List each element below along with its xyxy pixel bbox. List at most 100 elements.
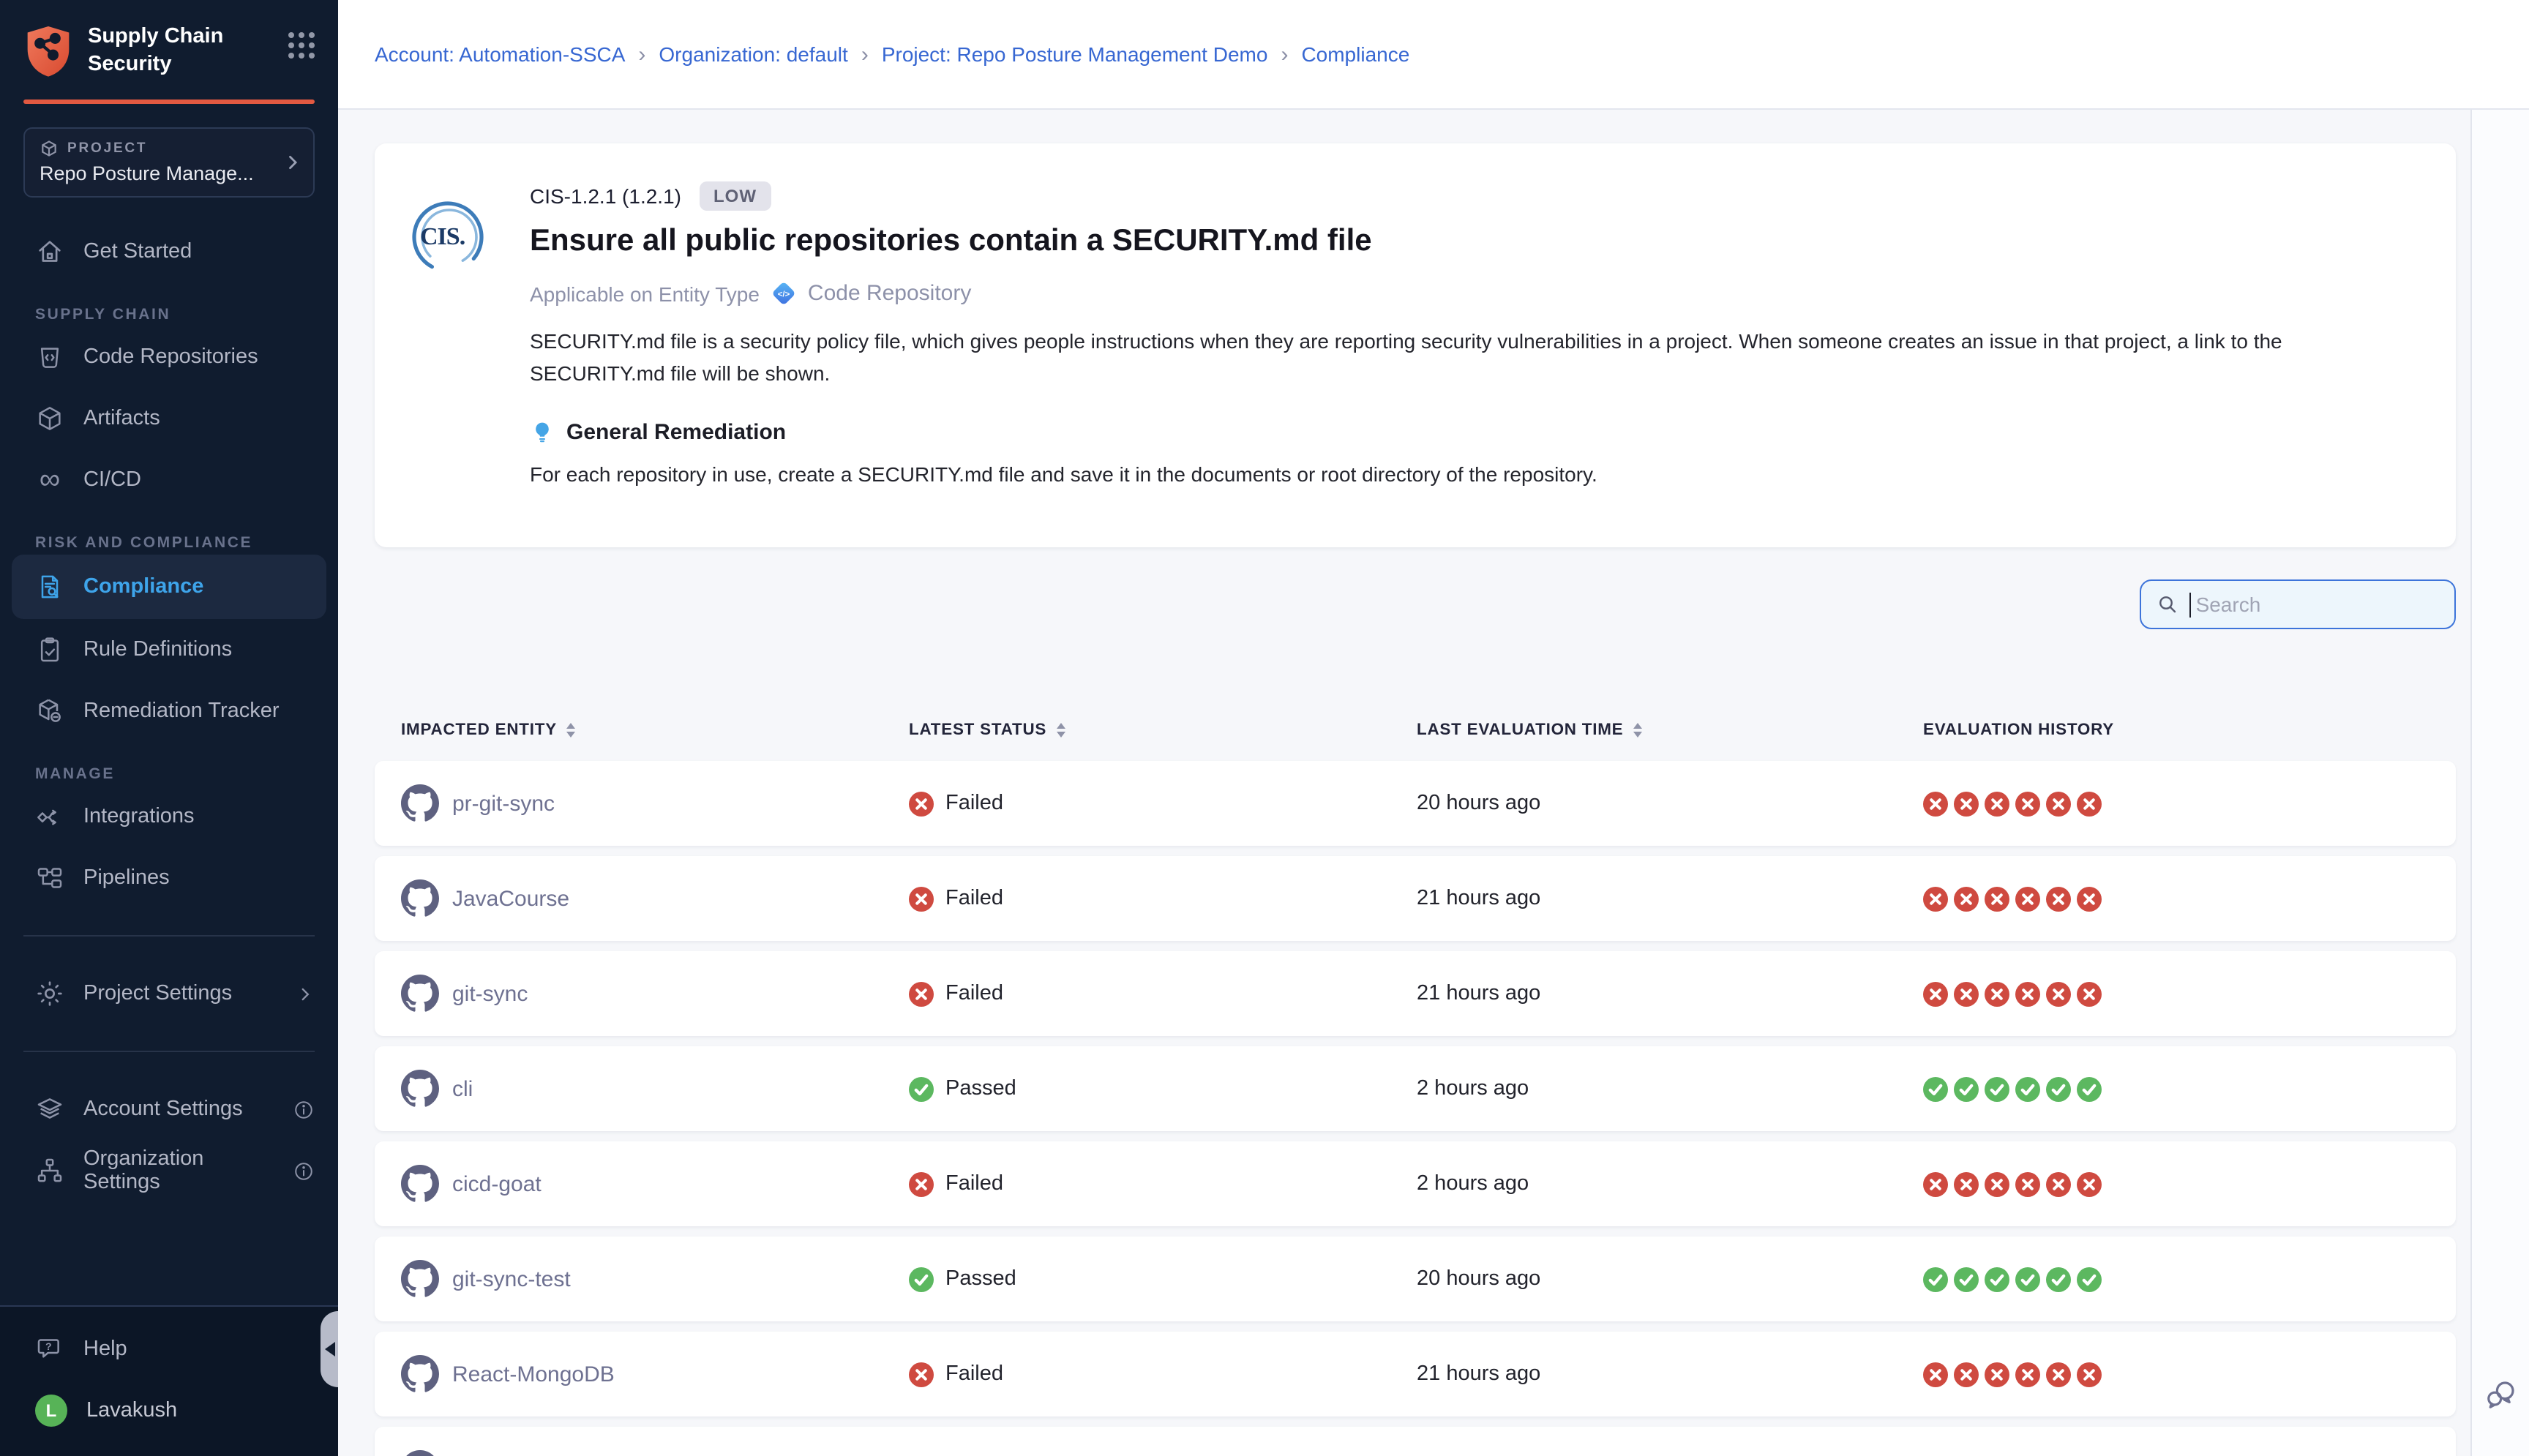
sidebar-item-remediation-tracker[interactable]: Remediation Tracker <box>0 680 338 742</box>
evaluation-history <box>1923 1077 2456 1102</box>
entity-link[interactable]: cicd-goat <box>452 1172 542 1197</box>
status-icon <box>909 887 934 912</box>
table-row[interactable]: pr-git-sync Failed 20 hours ago <box>375 762 2456 847</box>
github-icon <box>401 975 439 1013</box>
entity-link[interactable]: cli <box>452 1077 473 1102</box>
table-row[interactable]: cli Passed 2 hours ago <box>375 1047 2456 1132</box>
status-label: Passed <box>945 1268 1016 1291</box>
brand-accent-line <box>23 100 315 104</box>
section-header-supply-chain: SUPPLY CHAIN <box>35 306 315 323</box>
module-switcher-grid-icon[interactable] <box>288 32 315 59</box>
right-gutter <box>2470 110 2529 1456</box>
entity-link[interactable]: git-sync <box>452 982 528 1007</box>
status-icon <box>909 1362 934 1387</box>
last-evaluation-time: 20 hours ago <box>1417 792 1923 816</box>
github-icon <box>401 1356 439 1394</box>
info-icon[interactable] <box>293 1098 315 1120</box>
table-row[interactable]: cicd-goat Failed 2 hours ago <box>375 1142 2456 1227</box>
rule-description: SECURITY.md file is a security policy fi… <box>530 326 2397 390</box>
breadcrumb-separator: › <box>861 42 869 67</box>
sidebar-item-compliance[interactable]: Compliance <box>12 555 326 619</box>
project-label: PROJECT <box>67 140 147 157</box>
impacted-entities-table: IMPACTED ENTITY LATEST STATUS LAST EVALU… <box>375 712 2456 1456</box>
project-selector[interactable]: PROJECT Repo Posture Manage... <box>23 127 315 198</box>
cis-logo-text: CIS. <box>420 222 465 252</box>
sidebar-item-rule-definitions[interactable]: Rule Definitions <box>0 619 338 680</box>
status-label: Failed <box>945 792 1003 816</box>
table-row[interactable]: Passed <box>375 1427 2456 1456</box>
svg-text:</>: </> <box>778 290 790 299</box>
sidebar-item-artifacts[interactable]: Artifacts <box>0 388 338 449</box>
column-header-impacted-entity[interactable]: IMPACTED ENTITY <box>401 722 909 740</box>
sort-icon[interactable] <box>1057 724 1065 738</box>
sidebar-item-account-settings[interactable]: Account Settings <box>0 1078 338 1140</box>
evaluation-history <box>1923 1267 2456 1292</box>
sidebar-item-get-started[interactable]: Get Started <box>0 221 338 282</box>
table-row[interactable]: React-MongoDB Failed 21 hours ago <box>375 1332 2456 1417</box>
entity-link[interactable]: JavaCourse <box>452 887 569 912</box>
supply-chain-security-logo-icon <box>23 23 73 79</box>
status-label: Failed <box>945 1173 1003 1196</box>
last-evaluation-time: 2 hours ago <box>1417 1173 1923 1196</box>
org-chart-gear-icon <box>35 1156 64 1185</box>
layers-gear-icon <box>35 1095 64 1124</box>
sidebar-collapse-handle[interactable] <box>321 1311 338 1387</box>
last-evaluation-time: 21 hours ago <box>1417 983 1923 1006</box>
evaluation-history <box>1923 792 2456 817</box>
applicable-label: Applicable on Entity Type <box>530 282 760 305</box>
status-label: Passed <box>945 1078 1016 1101</box>
gear-icon <box>35 979 64 1008</box>
sidebar-item-pipelines[interactable]: Pipelines <box>0 847 338 909</box>
search-box[interactable] <box>2140 580 2456 630</box>
status-label: Failed <box>945 888 1003 911</box>
status-icon <box>909 982 934 1007</box>
entity-link[interactable]: React-MongoDB <box>452 1362 615 1387</box>
sidebar: Supply Chain Security PROJECT Repo Postu… <box>0 0 338 1456</box>
sort-icon[interactable] <box>1633 724 1642 738</box>
table-row[interactable]: git-sync-test Passed 20 hours ago <box>375 1237 2456 1322</box>
column-header-last-evaluation-time[interactable]: LAST EVALUATION TIME <box>1417 722 1923 740</box>
divider <box>23 935 315 937</box>
sidebar-item-organization-settings[interactable]: Organization Settings <box>0 1140 338 1201</box>
sidebar-item-help[interactable]: ? Help <box>0 1318 338 1380</box>
rule-title: Ensure all public repositories contain a… <box>530 224 2397 259</box>
sort-icon[interactable] <box>567 724 576 738</box>
github-icon <box>401 1261 439 1299</box>
table-row[interactable]: JavaCourse Failed 21 hours ago <box>375 857 2456 942</box>
breadcrumb-project[interactable]: Project: Repo Posture Management Demo <box>882 42 1268 66</box>
search-input[interactable] <box>2193 592 2443 618</box>
status-icon <box>909 1267 934 1292</box>
breadcrumb-organization[interactable]: Organization: default <box>659 42 847 66</box>
svg-text:?: ? <box>45 1341 52 1353</box>
project-cube-icon <box>40 139 59 158</box>
compliance-document-search-icon <box>35 572 64 601</box>
status-label: Failed <box>945 1363 1003 1386</box>
sidebar-item-integrations[interactable]: Integrations <box>0 786 338 847</box>
search-icon <box>2156 593 2179 617</box>
user-avatar: L <box>35 1395 67 1427</box>
info-icon[interactable] <box>293 1160 315 1182</box>
user-menu[interactable]: L Lavakush <box>0 1380 338 1441</box>
chevron-right-icon <box>296 984 315 1003</box>
pipelines-icon <box>35 863 64 893</box>
status-icon <box>909 1172 934 1197</box>
clipboard-check-icon <box>35 635 64 664</box>
app-header: Supply Chain Security <box>0 0 338 94</box>
table-row[interactable]: git-sync Failed 21 hours ago <box>375 952 2456 1037</box>
breadcrumb-compliance[interactable]: Compliance <box>1301 42 1409 66</box>
last-evaluation-time: 20 hours ago <box>1417 1268 1923 1291</box>
column-header-latest-status[interactable]: LATEST STATUS <box>909 722 1417 740</box>
sidebar-item-cicd[interactable]: ∞ CI/CD <box>0 449 338 511</box>
entity-link[interactable]: git-sync-test <box>452 1267 571 1292</box>
last-evaluation-time: 2 hours ago <box>1417 1078 1923 1101</box>
github-icon <box>401 785 439 823</box>
chat-support-icon[interactable] <box>2484 1377 2519 1412</box>
evaluation-history <box>1923 1362 2456 1387</box>
help-chat-icon: ? <box>35 1335 64 1364</box>
status-icon <box>909 792 934 817</box>
sidebar-item-code-repositories[interactable]: Code Repositories <box>0 326 338 388</box>
entity-link[interactable]: pr-git-sync <box>452 792 555 817</box>
breadcrumb-separator: › <box>1281 42 1288 67</box>
breadcrumb-account[interactable]: Account: Automation-SSCA <box>375 42 625 66</box>
sidebar-item-project-settings[interactable]: Project Settings <box>0 963 338 1024</box>
